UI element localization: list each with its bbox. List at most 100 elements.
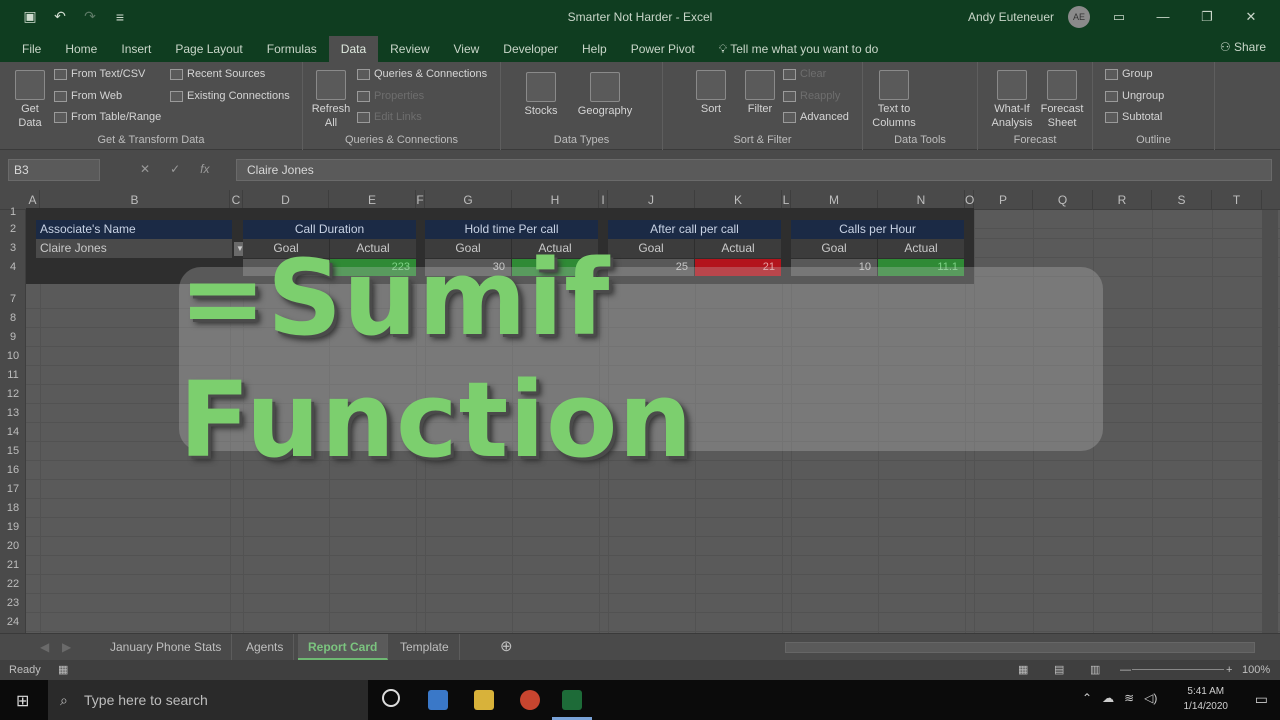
normal-view-icon[interactable]: ▦ — [1018, 660, 1028, 680]
edit-links-button[interactable]: Edit Links — [357, 111, 422, 123]
taskbar-clock[interactable]: 5:41 AM 1/14/2020 — [1184, 684, 1229, 714]
customize-icon[interactable]: ≡ — [112, 9, 128, 25]
column-header[interactable]: J — [608, 190, 695, 210]
row-header[interactable]: 1 — [0, 206, 26, 218]
avatar[interactable]: AE — [1068, 5, 1090, 28]
column-header[interactable]: F — [416, 190, 425, 210]
sheet-tab-report-card[interactable]: Report Card — [298, 634, 389, 660]
enter-icon[interactable]: ✓ — [170, 162, 180, 176]
tab-view[interactable]: View — [442, 36, 492, 62]
save-icon[interactable]: ▣ — [22, 8, 38, 25]
text-to-columns-button[interactable]: Text to Columns — [869, 70, 919, 130]
wifi-icon[interactable]: ≋ — [1124, 691, 1134, 705]
existing-connections-button[interactable]: Existing Connections — [170, 90, 290, 102]
geography-button[interactable]: Geography — [575, 72, 635, 118]
recent-sources-button[interactable]: Recent Sources — [170, 68, 265, 80]
minimize-icon[interactable]: — — [1148, 9, 1178, 24]
from-web-button[interactable]: From Web — [54, 90, 122, 102]
redo-icon[interactable]: ↷ — [82, 8, 98, 25]
column-header[interactable]: H — [512, 190, 599, 210]
file-explorer-icon[interactable] — [474, 690, 494, 710]
restore-icon[interactable]: ❐ — [1192, 9, 1222, 25]
ribbon-display-icon[interactable]: ▭ — [1104, 9, 1134, 25]
row-header[interactable]: 21 — [0, 559, 26, 571]
chrome-icon[interactable] — [520, 690, 540, 710]
row-header[interactable]: 20 — [0, 540, 26, 552]
column-header[interactable]: Q — [1033, 190, 1093, 210]
tab-data[interactable]: Data — [328, 36, 379, 62]
sheet-nav-next-icon[interactable]: ▶ — [52, 634, 81, 660]
row-header[interactable]: 12 — [0, 388, 26, 400]
volume-icon[interactable]: ◁) — [1144, 691, 1157, 705]
tab-help[interactable]: Help — [570, 36, 619, 62]
row-header[interactable]: 13 — [0, 407, 26, 419]
row-header[interactable]: 8 — [0, 312, 26, 324]
sort-button[interactable]: Sort — [695, 70, 727, 116]
get-data-button[interactable]: Get Data — [10, 70, 50, 130]
sheet-tab-agents[interactable]: Agents — [236, 634, 295, 660]
reapply-button[interactable]: Reapply — [783, 90, 840, 102]
weather-icon[interactable]: ☁ — [1102, 691, 1114, 705]
tab-insert[interactable]: Insert — [109, 36, 163, 62]
tab-formulas[interactable]: Formulas — [255, 36, 329, 62]
row-header[interactable]: 16 — [0, 464, 26, 476]
properties-button[interactable]: Properties — [357, 90, 424, 102]
row-header[interactable]: 17 — [0, 483, 26, 495]
name-box[interactable]: B3 — [8, 159, 100, 181]
row-header[interactable]: 14 — [0, 426, 26, 438]
undo-icon[interactable]: ↶ — [52, 8, 68, 25]
column-header[interactable]: A — [26, 190, 40, 210]
tab-page-layout[interactable]: Page Layout — [163, 36, 254, 62]
sheet-tab-january-phone-stats[interactable]: January Phone Stats — [100, 634, 233, 660]
queries-connections-button[interactable]: Queries & Connections — [357, 68, 487, 80]
filter-button[interactable]: Filter — [743, 70, 777, 116]
column-header[interactable]: C — [230, 190, 243, 210]
forecast-sheet-button[interactable]: Forecast Sheet — [1040, 70, 1084, 130]
column-header[interactable]: D — [243, 190, 329, 210]
excel-taskbar-icon[interactable] — [562, 690, 582, 710]
tab-power-pivot[interactable]: Power Pivot — [619, 36, 707, 62]
zoom-in-icon[interactable]: + — [1226, 660, 1232, 680]
zoom-slider[interactable] — [1132, 669, 1224, 670]
subtotal-button[interactable]: Subtotal — [1105, 111, 1162, 123]
formula-input[interactable]: Claire Jones — [236, 159, 1272, 181]
share-button[interactable]: ⚇ Share — [1220, 33, 1266, 62]
sheet-tab-template[interactable]: Template — [390, 634, 460, 660]
function-icon[interactable]: fx — [200, 162, 209, 176]
store-icon[interactable] — [428, 690, 448, 710]
column-header[interactable]: M — [791, 190, 878, 210]
group-button[interactable]: Group — [1105, 68, 1153, 80]
tab-developer[interactable]: Developer — [491, 36, 570, 62]
zoom-out-icon[interactable]: — — [1120, 660, 1131, 680]
column-header[interactable]: K — [695, 190, 782, 210]
column-header[interactable]: L — [782, 190, 791, 210]
taskbar-search[interactable]: ⌕ Type here to search — [48, 680, 368, 720]
close-icon[interactable]: ✕ — [1236, 9, 1266, 25]
user-name[interactable]: Andy Euteneuer — [968, 10, 1054, 24]
column-header[interactable]: R — [1093, 190, 1152, 210]
row-header[interactable]: 11 — [0, 369, 26, 381]
row-header[interactable]: 3 — [0, 242, 26, 254]
page-layout-view-icon[interactable]: ▤ — [1054, 660, 1064, 680]
what-if-button[interactable]: What-If Analysis — [988, 70, 1036, 130]
column-header[interactable]: S — [1152, 190, 1212, 210]
from-text-csv-button[interactable]: From Text/CSV — [54, 68, 145, 80]
column-header[interactable]: N — [878, 190, 965, 210]
row-header[interactable]: 15 — [0, 445, 26, 457]
horizontal-scrollbar[interactable] — [785, 642, 1255, 653]
row-header[interactable]: 9 — [0, 331, 26, 343]
tab-home[interactable]: Home — [53, 36, 109, 62]
zoom-level[interactable]: 100% — [1242, 660, 1270, 680]
tab-review[interactable]: Review — [378, 36, 441, 62]
cortana-icon[interactable] — [382, 689, 400, 707]
add-sheet-icon[interactable]: ⊕ — [490, 634, 523, 660]
row-header[interactable]: 22 — [0, 578, 26, 590]
clear-button[interactable]: Clear — [783, 68, 826, 80]
stocks-button[interactable]: Stocks — [519, 72, 563, 118]
vertical-scrollbar[interactable] — [1262, 210, 1278, 633]
chevron-up-icon[interactable]: ⌃ — [1082, 691, 1092, 705]
column-header[interactable]: E — [329, 190, 416, 210]
row-header[interactable]: 23 — [0, 597, 26, 609]
tell-me-box[interactable]: 💡︎ Tell me what you want to do — [707, 36, 891, 62]
cancel-icon[interactable]: ✕ — [140, 162, 150, 176]
